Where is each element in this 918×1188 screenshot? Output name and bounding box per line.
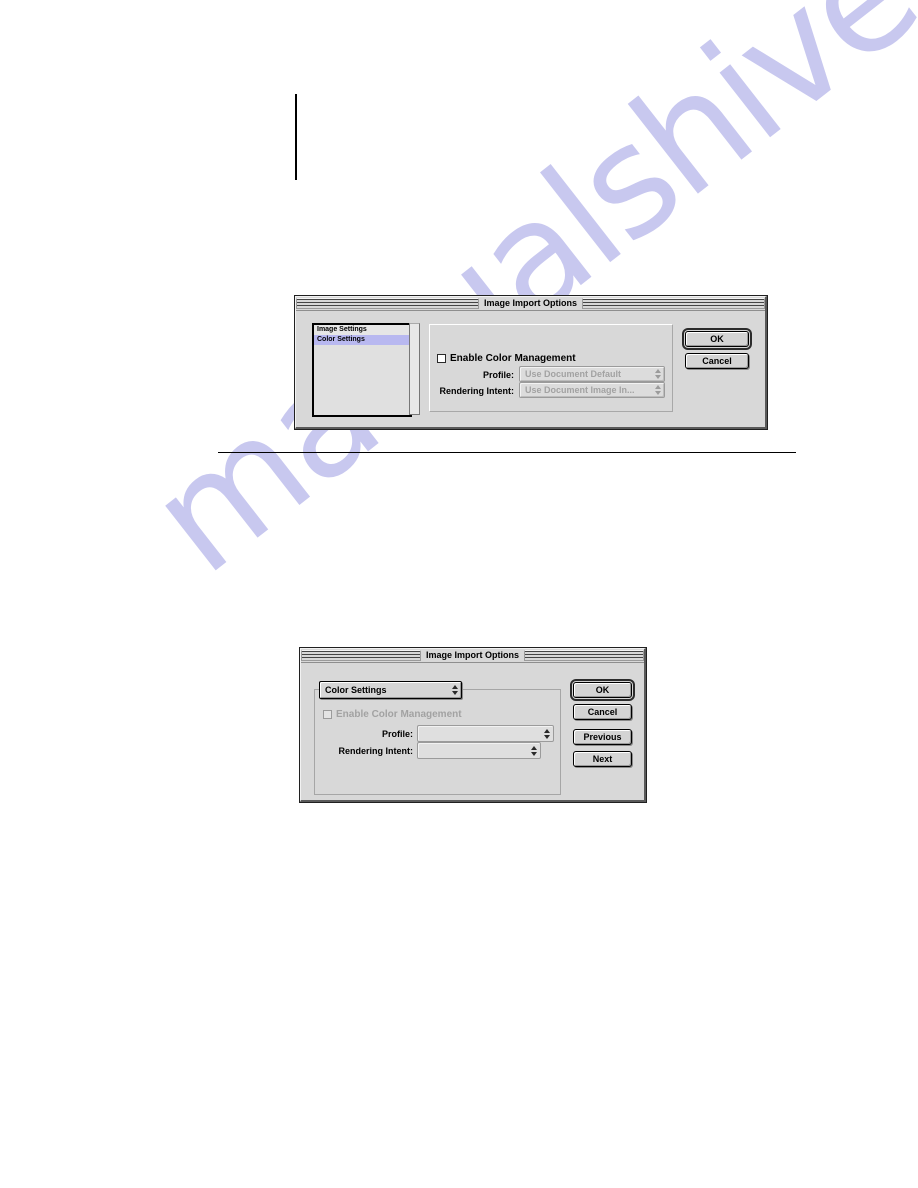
section-divider-rule xyxy=(218,452,796,453)
chevron-updown-icon xyxy=(651,385,664,395)
enable-color-management-label: Enable Color Management xyxy=(336,709,462,720)
margin-vertical-rule xyxy=(295,94,297,180)
titlebar-stripes-left xyxy=(296,298,479,309)
enable-color-management-checkbox-row[interactable]: Enable Color Management xyxy=(323,709,462,720)
profile-dropdown[interactable]: Use Document Default xyxy=(519,366,665,382)
chevron-updown-icon xyxy=(527,745,540,756)
chevron-updown-icon xyxy=(651,369,664,379)
profile-dropdown-value: Use Document Default xyxy=(525,369,622,379)
titlebar-stripes-right xyxy=(524,650,644,661)
settings-section-dropdown-value: Color Settings xyxy=(325,685,387,695)
chevron-updown-icon xyxy=(540,728,553,739)
profile-label: Profile: xyxy=(482,370,514,380)
listbox-empty-area xyxy=(314,345,410,415)
enable-color-management-checkbox-row[interactable]: Enable Color Management xyxy=(437,353,576,364)
previous-button[interactable]: Previous xyxy=(573,729,632,745)
ok-button[interactable]: OK xyxy=(685,331,749,347)
rendering-intent-dropdown[interactable]: Use Document Image In... xyxy=(519,382,665,398)
titlebar-stripes-left xyxy=(301,650,421,661)
profile-dropdown[interactable] xyxy=(417,725,554,742)
rendering-intent-label: Rendering Intent: xyxy=(439,386,515,396)
dialog-2-titlebar[interactable]: Image Import Options xyxy=(301,649,644,663)
rendering-intent-dropdown-value: Use Document Image In... xyxy=(525,385,635,395)
image-import-options-dialog-1: Image Import Options Image Settings Colo… xyxy=(295,296,767,429)
image-import-options-dialog-2: Image Import Options Color Settings Enab… xyxy=(300,648,646,802)
cancel-button[interactable]: Cancel xyxy=(573,704,632,720)
checkbox-icon[interactable] xyxy=(323,710,332,719)
rendering-intent-dropdown[interactable] xyxy=(417,742,541,759)
dialog-1-titlebar[interactable]: Image Import Options xyxy=(296,297,765,311)
checkbox-icon[interactable] xyxy=(437,354,446,363)
settings-category-listbox[interactable]: Image Settings Color Settings xyxy=(312,323,412,417)
settings-section-dropdown[interactable]: Color Settings xyxy=(319,681,462,699)
titlebar-stripes-right xyxy=(582,298,765,309)
profile-label: Profile: xyxy=(381,729,413,739)
rendering-intent-label: Rendering Intent: xyxy=(338,746,414,756)
list-item-image-settings[interactable]: Image Settings xyxy=(314,325,410,335)
ok-button[interactable]: OK xyxy=(573,682,632,698)
listbox-scrollbar[interactable] xyxy=(409,323,420,415)
cancel-button[interactable]: Cancel xyxy=(685,353,749,369)
next-button[interactable]: Next xyxy=(573,751,632,767)
document-page: manualshive.com Image Import Options Ima… xyxy=(0,0,918,1188)
enable-color-management-label: Enable Color Management xyxy=(450,353,576,364)
dialog-1-title: Image Import Options xyxy=(479,297,583,310)
chevron-updown-icon xyxy=(448,685,461,695)
list-item-color-settings[interactable]: Color Settings xyxy=(314,335,410,345)
dialog-2-title: Image Import Options xyxy=(421,649,525,662)
